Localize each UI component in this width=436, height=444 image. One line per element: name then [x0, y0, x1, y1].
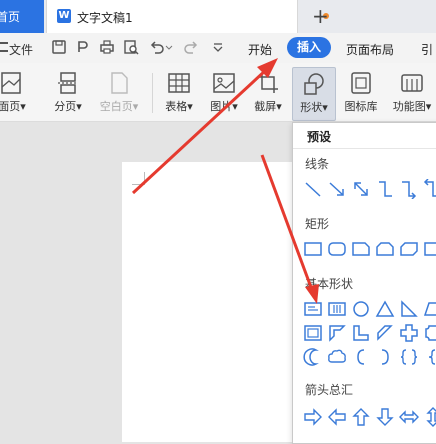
shapes-button[interactable]: 形状▾: [292, 67, 336, 121]
blank-page-icon: [111, 72, 128, 94]
picture-icon: [213, 73, 235, 93]
cover-page-button[interactable]: 面页▾: [0, 67, 30, 119]
text-box-shape[interactable]: [303, 299, 323, 319]
elbow-connector-shape[interactable]: [375, 179, 395, 199]
function-chart-icon: [401, 74, 423, 92]
snip-diagonal-rectangle-shape[interactable]: [399, 239, 419, 259]
page-break-label: 分页: [54, 100, 77, 113]
braces-shape[interactable]: [399, 347, 419, 367]
down-arrow-shape[interactable]: [375, 407, 395, 427]
moon-shape[interactable]: [303, 347, 323, 367]
menu-bar: 文件 开始 插入 页面布局 引: [0, 33, 436, 63]
icon-library-button[interactable]: 图标库: [340, 67, 382, 119]
left-arrow-shape[interactable]: [327, 407, 347, 427]
up-arrow-shape[interactable]: [351, 407, 371, 427]
vertical-text-box-shape[interactable]: [327, 299, 347, 319]
dropdown-divider: [293, 148, 436, 149]
blank-page-label: 空白页: [99, 100, 133, 113]
diagonal-stripe-shape[interactable]: [375, 323, 395, 343]
insert-ribbon: 面页▾ 分页▾ 空白页▾ 表格▾ 图片▾ 截屏▾ 形状▾ 图标库 功能图▾: [0, 63, 436, 122]
arrow-line-shape[interactable]: [327, 179, 347, 199]
function-chart-label: 功能图: [392, 100, 426, 113]
tab-bar: 首页 W 文字文稿1 +: [0, 0, 436, 33]
page-break-button[interactable]: 分页▾: [48, 67, 88, 119]
screenshot-button[interactable]: 截屏▾: [250, 67, 286, 119]
document-title: 文字文稿1: [77, 11, 133, 25]
left-bracket-shape[interactable]: [351, 347, 371, 367]
elbow-double-arrow-shape[interactable]: [423, 179, 436, 199]
cover-page-icon: [1, 72, 21, 94]
round-corner-rectangle-shape[interactable]: [423, 239, 436, 259]
home-tab[interactable]: 首页: [0, 0, 44, 33]
double-arrow-line-shape[interactable]: [351, 179, 371, 199]
print-preview-icon[interactable]: [123, 39, 139, 55]
picture-label: 图片: [210, 100, 233, 113]
table-label: 表格: [165, 100, 188, 113]
preset-heading: 预设: [307, 130, 332, 144]
icon-library-label: 图标库: [344, 100, 378, 113]
arrows-heading: 箭头总汇: [305, 383, 354, 397]
cross-shape[interactable]: [399, 323, 419, 343]
lines-heading: 线条: [305, 157, 330, 171]
document-tab[interactable]: W 文字文稿1: [46, 0, 329, 33]
up-down-arrow-shape[interactable]: [423, 407, 436, 427]
file-menu[interactable]: 文件: [9, 41, 33, 58]
line-shape[interactable]: [303, 179, 323, 199]
right-bracket-shape[interactable]: [375, 347, 395, 367]
snip-corner-rectangle-shape[interactable]: [351, 239, 371, 259]
function-chart-button[interactable]: 功能图▾: [388, 67, 436, 119]
right-arrow-shape[interactable]: [303, 407, 323, 427]
parallelogram-shape[interactable]: [423, 299, 436, 319]
cloud-shape[interactable]: [327, 347, 347, 367]
left-brace-shape[interactable]: [423, 347, 436, 367]
undo-dropdown-icon[interactable]: [165, 39, 173, 55]
save-icon[interactable]: [51, 39, 67, 55]
left-right-arrow-shape[interactable]: [399, 407, 419, 427]
basic-shapes-heading: 基本形状: [305, 277, 354, 291]
menu-page-layout[interactable]: 页面布局: [346, 41, 394, 58]
l-shape[interactable]: [351, 323, 371, 343]
print-icon[interactable]: [99, 39, 115, 55]
plaque-shape[interactable]: [423, 323, 436, 343]
menu-references[interactable]: 引: [421, 41, 433, 58]
screenshot-icon: [258, 73, 278, 93]
menu-icon[interactable]: [0, 42, 8, 52]
shapes-dropdown: 预设 线条 矩形 基本形状 箭头总汇: [292, 122, 436, 444]
oval-shape[interactable]: [351, 299, 371, 319]
cover-page-label: 面页: [0, 100, 21, 113]
rectangles-heading: 矩形: [305, 217, 330, 231]
home-tab-label: 首页: [0, 10, 21, 24]
shapes-label: 形状: [300, 101, 323, 114]
shapes-icon: [304, 73, 324, 95]
screenshot-label: 截屏: [254, 100, 277, 113]
writer-doc-icon: W: [57, 9, 71, 23]
elbow-arrow-connector-shape[interactable]: [399, 179, 419, 199]
table-icon: [168, 73, 190, 93]
picture-button[interactable]: 图片▾: [204, 67, 244, 119]
table-button[interactable]: 表格▾: [160, 67, 198, 119]
undo-icon[interactable]: [149, 39, 165, 55]
export-pdf-icon[interactable]: [75, 39, 91, 55]
rectangle-shape[interactable]: [303, 239, 323, 259]
menu-start[interactable]: 开始: [248, 41, 272, 58]
frame-shape[interactable]: [303, 323, 323, 343]
rounded-rectangle-shape[interactable]: [327, 239, 347, 259]
blank-page-button[interactable]: 空白页▾: [94, 67, 144, 119]
ribbon-separator: [152, 73, 153, 113]
page-break-icon: [58, 72, 78, 94]
menu-insert[interactable]: 插入: [287, 37, 331, 58]
icon-library-icon: [351, 72, 371, 94]
triangle-shape[interactable]: [375, 299, 395, 319]
half-frame-shape[interactable]: [327, 323, 347, 343]
customize-toolbar-icon[interactable]: [210, 39, 226, 55]
margin-corner-mark: [132, 172, 145, 185]
right-triangle-shape[interactable]: [399, 299, 419, 319]
snip-same-side-rectangle-shape[interactable]: [375, 239, 395, 259]
redo-icon[interactable]: [183, 39, 199, 55]
new-tab-button[interactable]: +: [312, 4, 329, 28]
